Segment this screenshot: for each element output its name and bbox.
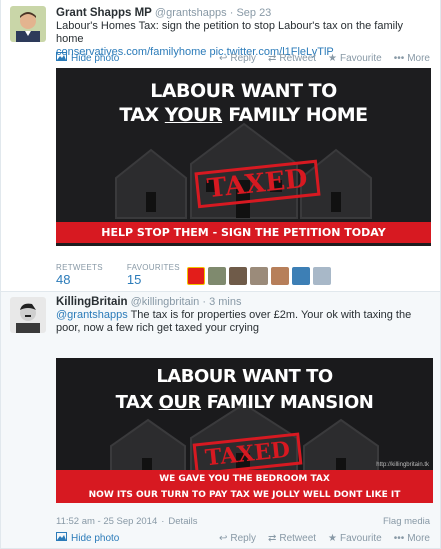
retweet-icon: ⇄	[267, 532, 277, 544]
retweet-icon: ⇄	[267, 52, 277, 64]
reply-icon: ↩	[218, 532, 228, 544]
tweet-footer: 11:52 am - 25 Sep 2014 · Details Flag me…	[56, 516, 430, 527]
headline-line2: TAX OUR FAMILY MANSION	[56, 392, 433, 413]
details-link[interactable]: Details	[168, 516, 197, 527]
fullname[interactable]: Grant Shapps MP	[56, 7, 152, 19]
separator: ·	[202, 296, 206, 308]
handle[interactable]: @killingbritain	[131, 296, 200, 308]
separator: ·	[229, 7, 234, 19]
tweet-header: KillingBritain @killingbritain · 3 mins	[56, 296, 241, 308]
headline-emphasis: YOUR	[164, 104, 223, 126]
bedroom-tax-banner: WE GAVE YOU THE BEDROOM TAX NOW ITS OUR …	[56, 470, 433, 503]
reply-label: Reply	[230, 532, 256, 544]
tweet-photo[interactable]: LABOUR WANT TO TAX OUR FAMILY MANSION TA…	[56, 358, 433, 503]
tweet-date[interactable]: 3 mins	[209, 296, 241, 308]
more-button[interactable]: ••• More	[394, 533, 430, 544]
mention-grantshapps[interactable]: @grantshapps	[56, 309, 128, 321]
handle[interactable]: @grantshapps	[155, 7, 227, 19]
flag-media-link[interactable]: Flag media	[383, 516, 430, 527]
favourites-stat[interactable]: FAVOURITES 15	[127, 263, 180, 287]
hide-photo-label: Hide photo	[71, 52, 120, 64]
photo-icon	[56, 532, 67, 544]
headline-post: FAMILY HOME	[222, 104, 368, 126]
headline-line1: LABOUR WANT TO	[150, 80, 337, 102]
more-icon: •••	[393, 532, 405, 544]
mini-avatar[interactable]	[271, 267, 289, 285]
more-label: More	[407, 532, 430, 544]
favourite-button[interactable]: ★ Favourite	[328, 533, 382, 544]
tweet-killingbritain: KillingBritain @killingbritain · 3 mins …	[0, 292, 441, 549]
avatar[interactable]	[10, 6, 46, 42]
banner-line1: WE GAVE YOU THE BEDROOM TAX	[159, 474, 330, 484]
favourites-count: 15	[126, 272, 142, 287]
retweets-stat[interactable]: RETWEETS 48	[56, 263, 103, 287]
star-icon: ★	[328, 532, 337, 544]
mini-avatar[interactable]	[208, 267, 226, 285]
photo-icon	[56, 52, 67, 64]
favourite-button[interactable]: ★ Favourite	[328, 53, 382, 64]
tweet-text: @grantshapps The tax is for properties o…	[56, 309, 430, 335]
reply-button[interactable]: ↩ Reply	[219, 53, 256, 64]
mini-avatar[interactable]	[313, 267, 331, 285]
favourite-label: Favourite	[340, 52, 382, 64]
tweet-stats: RETWEETS 48 FAVOURITES 15	[56, 263, 180, 287]
hide-photo-label: Hide photo	[71, 532, 120, 544]
headline-pre: TAX	[115, 392, 159, 413]
more-button[interactable]: ••• More	[394, 53, 430, 64]
star-icon: ★	[328, 52, 337, 64]
tweet-grantshapps: Grant Shapps MP @grantshapps · Sep 23 La…	[0, 0, 441, 292]
mini-avatar[interactable]	[250, 267, 268, 285]
tweet-timestamp[interactable]: 11:52 am - 25 Sep 2014	[56, 516, 157, 527]
mini-avatar[interactable]	[187, 267, 205, 285]
actions-bar: Hide photo ↩ Reply ⇄ Retweet ★ Favourite ••…	[56, 531, 430, 545]
watermark: http://killingbritain.tk	[376, 462, 429, 468]
actions-bar: Hide photo ↩ Reply ⇄ Retweet ★ Favourite ••…	[56, 51, 430, 65]
footer-dot: ·	[161, 516, 165, 527]
mini-avatar[interactable]	[292, 267, 310, 285]
more-icon: •••	[393, 52, 405, 64]
retweets-count: 48	[56, 272, 71, 287]
retweet-button[interactable]: ⇄ Retweet	[268, 53, 316, 64]
headline-line1: LABOUR WANT TO	[156, 366, 333, 387]
tweet-body: Labour's Homes Tax: sign the petition to…	[56, 20, 404, 45]
retweeter-avatars	[187, 267, 331, 285]
hide-photo-button[interactable]: Hide photo	[56, 532, 119, 544]
favourite-label: Favourite	[340, 532, 382, 544]
banner-line2: NOW ITS OUR TURN TO PAY TAX WE JOLLY WEL…	[88, 490, 401, 500]
more-label: More	[407, 52, 430, 64]
headline-pre: TAX	[119, 104, 165, 126]
headline-emphasis: OUR	[158, 392, 202, 413]
reply-button[interactable]: ↩ Reply	[219, 533, 256, 544]
hide-photo-button[interactable]: Hide photo	[56, 52, 119, 64]
reply-icon: ↩	[218, 52, 228, 64]
retweets-label: RETWEETS	[56, 263, 103, 272]
reply-label: Reply	[230, 52, 256, 64]
tweet-date[interactable]: Sep 23	[236, 7, 271, 19]
petition-banner: HELP STOP THEM - SIGN THE PETITION TODAY	[56, 222, 431, 243]
tweet-header: Grant Shapps MP @grantshapps · Sep 23	[56, 7, 271, 19]
headline-line2: TAX YOUR FAMILY HOME	[56, 104, 431, 126]
retweet-label: Retweet	[279, 532, 317, 544]
retweet-button[interactable]: ⇄ Retweet	[268, 533, 316, 544]
headline-post: FAMILY MANSION	[200, 392, 374, 413]
fullname[interactable]: KillingBritain	[56, 296, 128, 308]
mini-avatar[interactable]	[229, 267, 247, 285]
avatar[interactable]	[10, 297, 46, 333]
favourites-label: FAVOURITES	[126, 263, 180, 272]
tweet-photo[interactable]: LABOUR WANT TO TAX YOUR FAMILY HOME TAXE…	[56, 68, 431, 246]
retweet-label: Retweet	[279, 52, 317, 64]
